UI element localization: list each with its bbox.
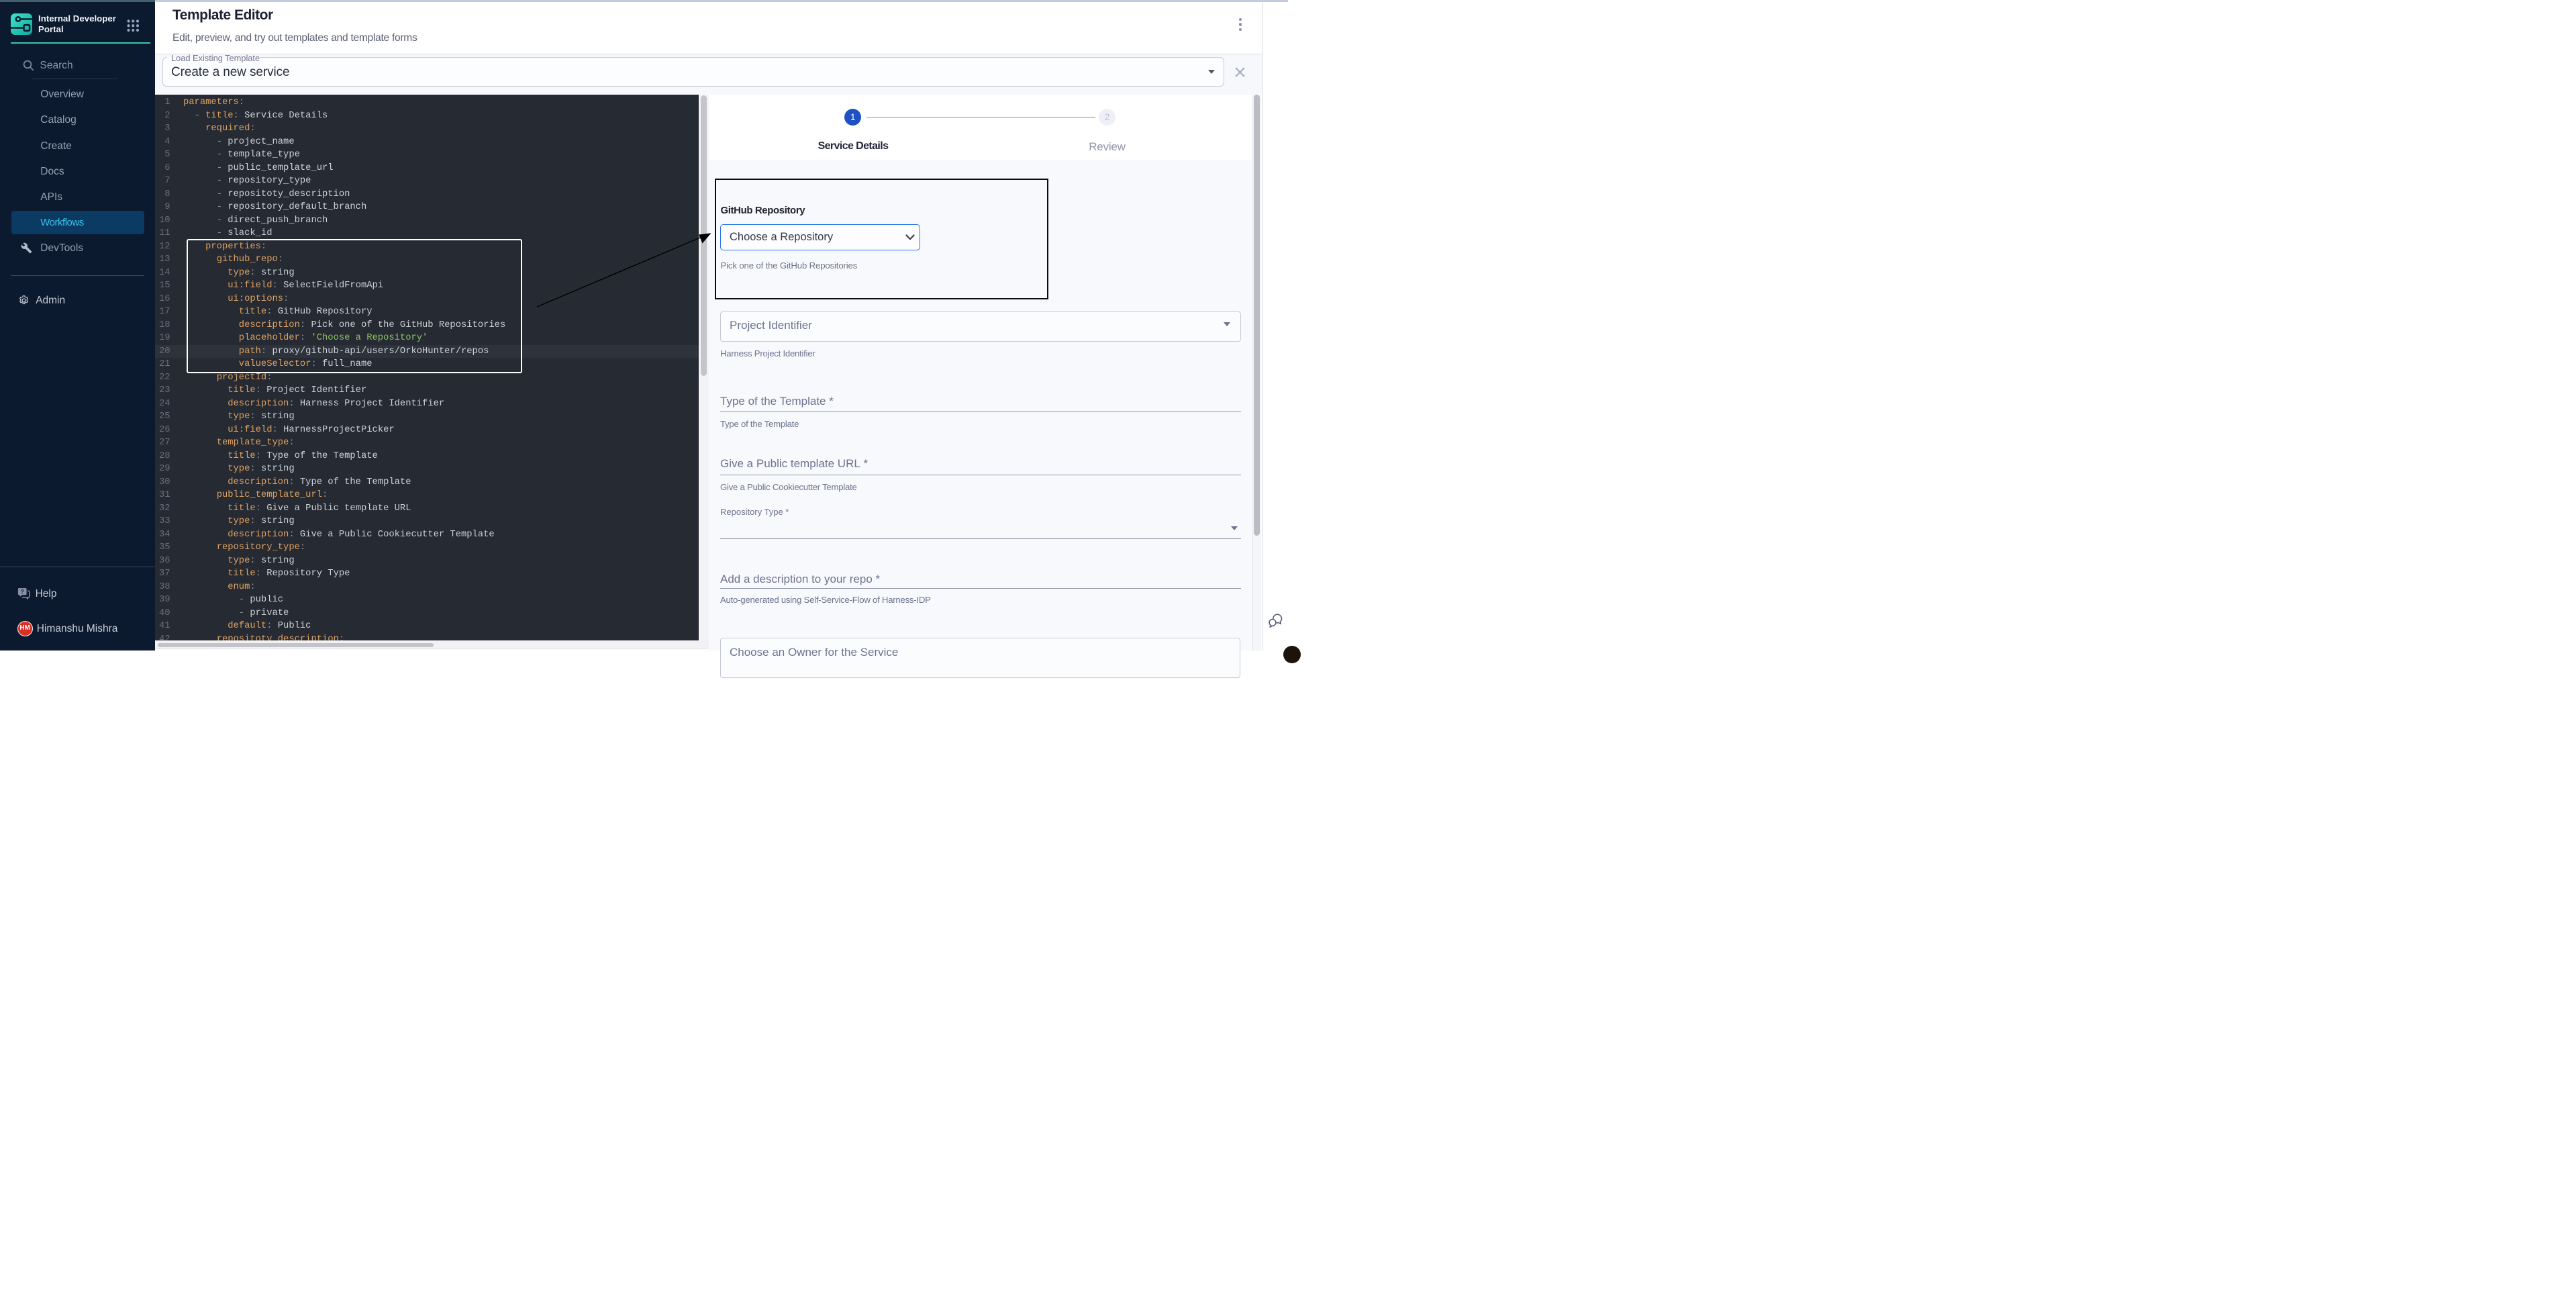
- svg-text:?: ?: [21, 587, 24, 594]
